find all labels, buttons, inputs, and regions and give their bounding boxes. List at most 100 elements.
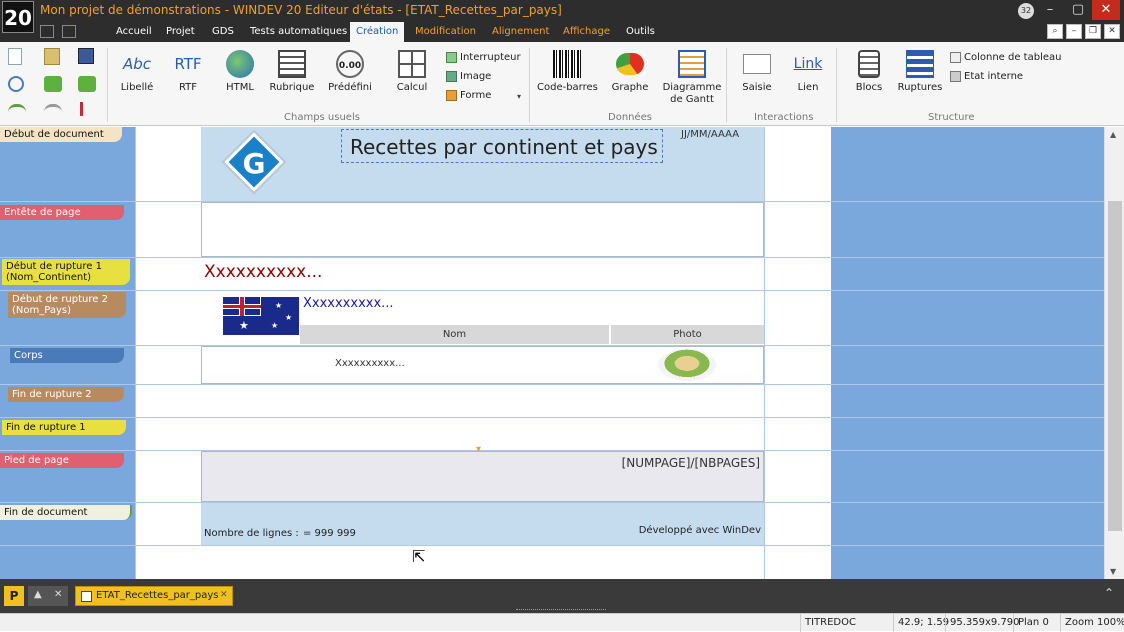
save-icon[interactable]	[78, 48, 94, 64]
band-debut-document[interactable]: Début de document	[0, 127, 122, 142]
project-icon[interactable]: P	[4, 586, 24, 606]
rtf-icon: RTF	[174, 55, 202, 73]
status-plan[interactable]: Plan 0	[1018, 617, 1049, 628]
band-fin-document[interactable]: Fin de document	[0, 505, 132, 520]
grid-icon[interactable]	[62, 25, 76, 38]
etat-interne-button[interactable]: Etat interne	[950, 69, 1023, 85]
home-icon: ▲	[34, 589, 42, 600]
menu-projet[interactable]: Projet	[160, 22, 201, 42]
column-header-nom[interactable]: Nom	[300, 325, 610, 344]
colonne-tableau-button[interactable]: Colonne de tableau	[950, 50, 1061, 66]
tab-close-icon[interactable]: ✕	[220, 590, 228, 600]
menu-creation[interactable]: Création	[350, 22, 405, 42]
rtf-button[interactable]: RTF RTF	[158, 50, 218, 94]
close-button[interactable]: ✕	[1092, 0, 1120, 20]
search-icon[interactable]: ⌕	[1047, 24, 1063, 39]
band-fin-rupture-2[interactable]: Fin de rupture 2	[8, 387, 124, 402]
pied-page-block[interactable]: [NUMPAGE]/[NBPAGES]	[201, 451, 764, 502]
undo-icon[interactable]	[8, 104, 26, 114]
ruptures-button[interactable]: Ruptures	[890, 50, 950, 94]
recipe-name-field[interactable]: Xxxxxxxxxx...	[335, 358, 405, 369]
forme-button[interactable]: Forme	[446, 88, 491, 104]
resize-grip[interactable]	[516, 609, 606, 611]
band-debut-rupture-1[interactable]: Début de rupture 1 (Nom_Continent)	[2, 259, 130, 285]
band-fin-rupture-1[interactable]: Fin de rupture 1	[2, 420, 126, 435]
graphe-button[interactable]: Graphe	[600, 50, 660, 94]
doc-restore-icon[interactable]: ❐	[1085, 24, 1101, 39]
new-icon[interactable]	[8, 48, 22, 65]
column-header-photo[interactable]: Photo	[611, 325, 764, 344]
dish-photo[interactable]	[658, 349, 716, 381]
home-tab[interactable]: ▲ ✕	[28, 586, 68, 606]
status-element: TITREDOC	[805, 617, 856, 628]
fin-rupture2-block[interactable]	[201, 385, 764, 417]
image-button[interactable]: Image	[446, 69, 491, 85]
status-zoom[interactable]: Zoom 100%	[1065, 617, 1124, 628]
code-barres-button[interactable]: Code-barres	[537, 50, 598, 94]
band-corps[interactable]: Corps	[10, 348, 124, 363]
report-canvas[interactable]: Début de document Entête de page Début d…	[0, 127, 1104, 579]
open-icon[interactable]	[44, 48, 60, 65]
scroll-thumb[interactable]	[1108, 201, 1122, 531]
status-bar: TITREDOC 42.9; 1.59 95.359x9.790 Plan 0 …	[0, 613, 1124, 632]
title-bar: 20 Mon projet de démonstrations - WINDEV…	[0, 0, 1124, 33]
expand-icon[interactable]: ⌃	[1104, 586, 1114, 600]
menu-alignement[interactable]: Alignement	[486, 22, 555, 42]
windev-logo[interactable]: 20	[2, 1, 34, 33]
page-number-field[interactable]: [NUMPAGE]/[NBPAGES]	[622, 456, 760, 470]
calcul-button[interactable]: Calcul	[382, 50, 442, 94]
rubrique-button[interactable]: Rubrique	[262, 50, 322, 94]
maximize-button[interactable]: ▢	[1064, 0, 1092, 20]
g-logo-icon[interactable]: G	[223, 132, 299, 195]
document-tab-bar: P ▲ ✕ ETAT_Recettes_par_pays ✕ ⌃	[0, 579, 1124, 613]
go-icon[interactable]	[44, 76, 62, 92]
html-button[interactable]: HTML	[210, 50, 270, 94]
debut-document-block[interactable]: G Recettes par continent et pays JJ/MM/A…	[201, 127, 764, 201]
scroll-down-icon[interactable]: ▼	[1110, 567, 1116, 576]
country-field[interactable]: Xxxxxxxxxx...	[303, 296, 394, 311]
band-debut-rupture-2[interactable]: Début de rupture 2 (Nom_Pays)	[8, 292, 126, 318]
band-entete-page[interactable]: Entête de page	[0, 205, 124, 220]
menu-outils[interactable]: Outils	[620, 22, 661, 42]
redo-icon[interactable]	[44, 104, 62, 114]
gantt-button[interactable]: Diagramme de Gantt	[662, 50, 722, 106]
tab-etat-recettes[interactable]: ETAT_Recettes_par_pays ✕	[75, 586, 233, 606]
band-pied-page[interactable]: Pied de page	[0, 453, 124, 468]
mouse-cursor-icon: ⇱	[412, 547, 426, 566]
continent-field[interactable]: Xxxxxxxxxx...	[204, 262, 322, 282]
interrupteur-button[interactable]: Interrupteur	[446, 50, 521, 66]
entete-page-block[interactable]	[201, 202, 764, 257]
date-field[interactable]: JJ/MM/AAAA	[681, 129, 739, 140]
doc-minimize-icon[interactable]: –	[1066, 24, 1082, 39]
menu-accueil[interactable]: Accueil	[110, 22, 158, 42]
minimize-button[interactable]: –	[1036, 0, 1064, 20]
line-count-label[interactable]: Nombre de lignes :	[204, 528, 299, 539]
home-tab-close-icon[interactable]: ✕	[54, 589, 62, 600]
fin-rupture1-block[interactable]: ▾	[201, 418, 764, 455]
forme-dropdown-icon[interactable]: ▾	[517, 92, 521, 101]
lien-button[interactable]: Link Lien	[778, 50, 838, 94]
notification-badge[interactable]: 32	[1018, 3, 1034, 19]
menu-gds[interactable]: GDS	[206, 22, 240, 42]
quick-access-icon[interactable]	[40, 25, 54, 38]
go-test-icon[interactable]	[78, 76, 96, 92]
settings-icon[interactable]	[8, 76, 24, 92]
menu-affichage[interactable]: Affichage	[557, 22, 616, 42]
corps-block[interactable]: Xxxxxxxxxx...	[201, 346, 764, 384]
predefini-button[interactable]: 0.00 Prédéfini	[320, 50, 380, 94]
rupture2-block[interactable]: ★ ★ ★ ★ Xxxxxxxxxx... Nom Photo	[201, 291, 764, 345]
format-icon[interactable]	[80, 102, 94, 116]
flag-australia-icon[interactable]: ★ ★ ★ ★	[223, 297, 299, 335]
doc-close-icon[interactable]: ✕	[1104, 24, 1120, 39]
scroll-up-icon[interactable]: ▲	[1110, 130, 1116, 139]
title-field[interactable]: Recettes par continent et pays	[341, 129, 663, 163]
fin-document-block[interactable]: Nombre de lignes : = 999 999 Développé a…	[201, 503, 764, 545]
menu-modification[interactable]: Modification	[409, 22, 482, 42]
image-icon	[446, 70, 457, 82]
rupture1-block[interactable]: Xxxxxxxxxx...	[201, 258, 764, 290]
vertical-scrollbar[interactable]: ▲ ▼	[1104, 127, 1124, 579]
menu-tests-automatiques[interactable]: Tests automatiques	[244, 22, 353, 42]
checkbox-icon	[446, 51, 457, 63]
line-count-value[interactable]: = 999 999	[303, 528, 356, 539]
footer-note[interactable]: Développé avec WinDev	[639, 525, 761, 536]
